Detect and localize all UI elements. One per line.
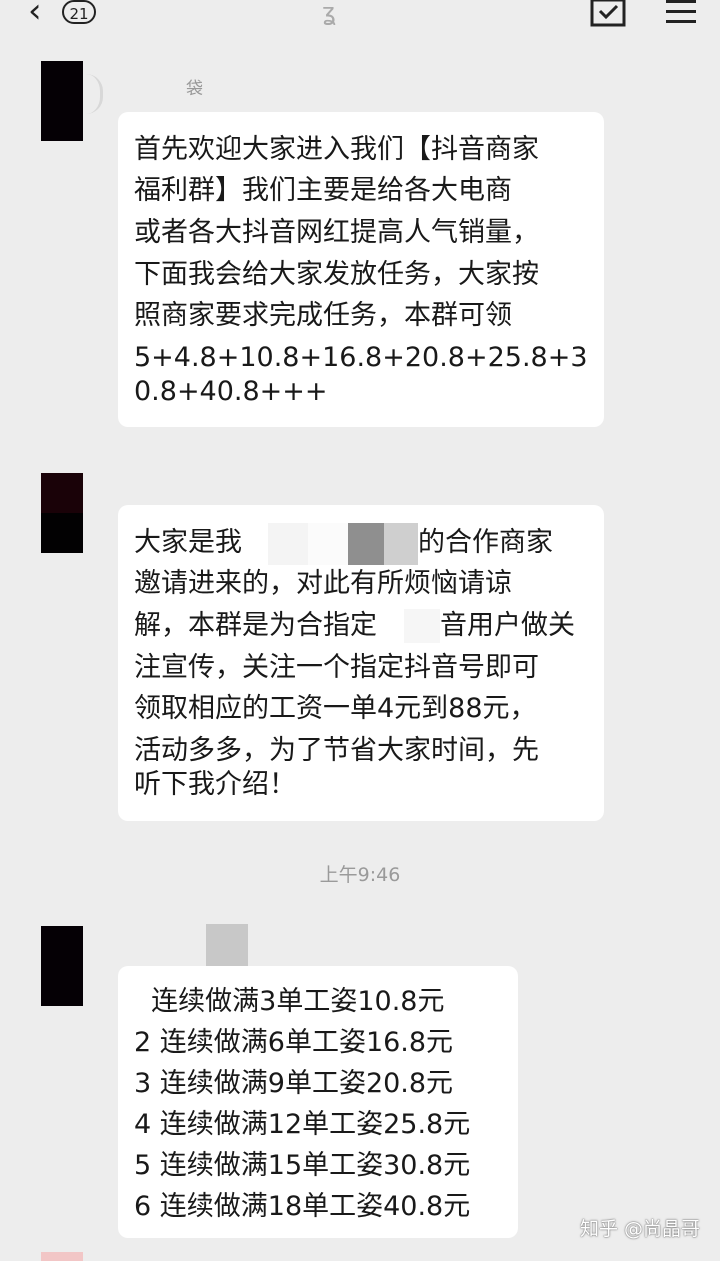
- watermark: 知乎 @尚晶哥: [579, 1218, 700, 1240]
- earpiece-mode-icon: ʓ: [322, 0, 336, 26]
- message-bubble[interactable]: 大家是我 的合作商家 邀请进来的，对此有所烦恼请谅 解，本群是为合指定 音用户做…: [118, 505, 604, 821]
- message-line: 5 连续做满15单工姿30.8元: [134, 1150, 471, 1181]
- message-line: 大家是我: [134, 527, 242, 558]
- more-menu-icon[interactable]: [666, 0, 696, 26]
- message-line: 邀请进来的，对此有所烦恼请谅: [134, 568, 512, 599]
- avatar[interactable]: [41, 61, 83, 141]
- message-line: 注宣传，关注一个指定抖音号即可: [134, 652, 539, 683]
- privacy-mosaic: [268, 523, 418, 565]
- message-line: 首先欢迎大家进入我们【抖音商家: [134, 134, 539, 165]
- avatar-edge: [86, 74, 103, 114]
- message-line: 照商家要求完成任务，本群可领: [134, 300, 512, 331]
- avatar[interactable]: [41, 473, 83, 553]
- message-line: 或者各大抖音网红提高人气销量，: [134, 217, 539, 248]
- message-line: 解，本群是为合指定: [134, 610, 377, 641]
- avatar[interactable]: [41, 1252, 83, 1261]
- message-line-tail: 的合作商家: [418, 527, 553, 558]
- message-line: 5+4.8+10.8+16.8+20.8+25.8+3: [134, 342, 588, 373]
- message-line: 4 连续做满12单工姿25.8元: [134, 1109, 471, 1140]
- message-line: 活动多多，为了节省大家时间，先: [134, 735, 539, 766]
- privacy-mosaic: [404, 609, 440, 643]
- message-line: 福利群】我们主要是给各大电商: [134, 175, 512, 206]
- back-chevron-icon[interactable]: ‹: [28, 0, 42, 28]
- message-timestamp: 上午9:46: [319, 864, 401, 886]
- message-line: 3 连续做满9单工姿20.8元: [134, 1068, 454, 1099]
- sender-name-mosaic: [206, 924, 248, 966]
- message-line: 0.8+40.8+++: [134, 376, 328, 407]
- message-line-tail: 音用户做关: [440, 610, 575, 641]
- message-line: 连续做满3单工姿10.8元: [134, 986, 445, 1017]
- message-line: 听下我介绍！: [134, 769, 296, 800]
- unread-count-badge[interactable]: 21: [62, 0, 96, 24]
- message-line: 领取相应的工资一单4元到88元，: [134, 693, 537, 724]
- top-navigation-bar: ‹ 21 ʓ: [0, 0, 720, 30]
- message-line: 6 连续做满18单工姿40.8元: [134, 1191, 471, 1222]
- message-bubble[interactable]: 首先欢迎大家进入我们【抖音商家 福利群】我们主要是给各大电商 或者各大抖音网红提…: [118, 112, 604, 427]
- multi-select-check-icon[interactable]: [590, 0, 626, 28]
- sender-name: 袋: [186, 79, 203, 99]
- avatar[interactable]: [41, 926, 83, 1006]
- message-line: 2 连续做满6单工姿16.8元: [134, 1027, 454, 1058]
- message-bubble[interactable]: 连续做满3单工姿10.8元 2 连续做满6单工姿16.8元 3 连续做满9单工姿…: [118, 966, 518, 1238]
- message-line: 下面我会给大家发放任务，大家按: [134, 259, 539, 290]
